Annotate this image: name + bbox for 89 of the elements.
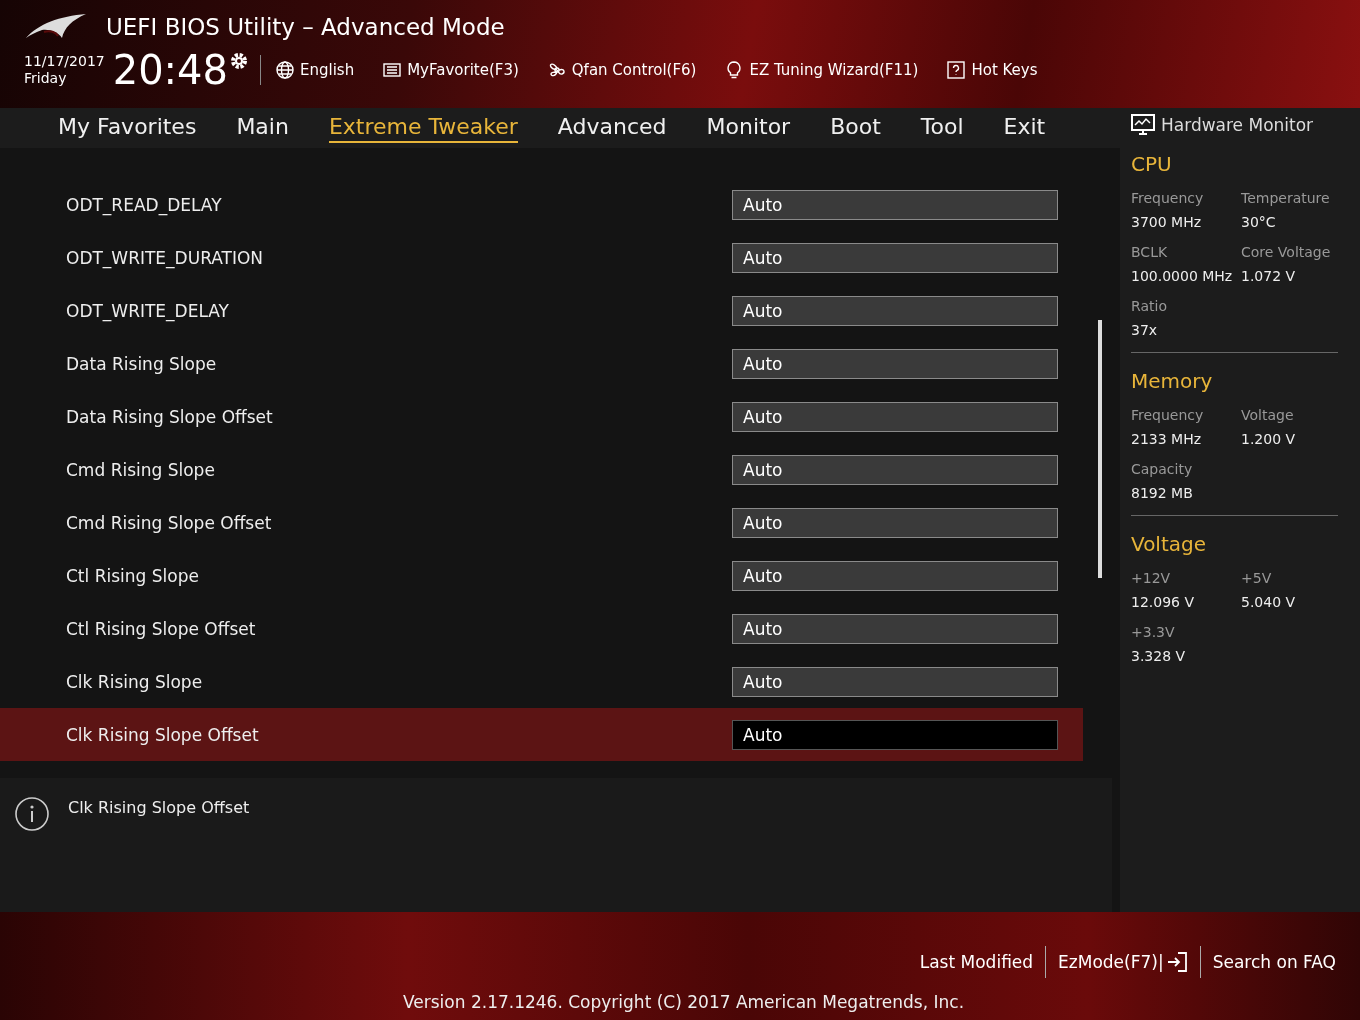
- toolbar-button[interactable]: EZ Tuning Wizard(F11): [724, 60, 919, 80]
- metric-value: 1.072 V: [1241, 268, 1297, 284]
- setting-value-field[interactable]: Auto: [732, 613, 1058, 644]
- setting-value-field[interactable]: Auto: [732, 666, 1058, 697]
- menu-tab[interactable]: Boot: [830, 113, 881, 143]
- setting-label: Data Rising Slope Offset: [66, 406, 273, 427]
- menu-tab[interactable]: Main: [236, 113, 289, 143]
- setting-label: ODT_READ_DELAY: [66, 194, 222, 215]
- setting-label: Ctl Rising Slope: [66, 565, 199, 586]
- setting-label: Clk Rising Slope: [66, 671, 203, 692]
- window-title: UEFI BIOS Utility – Advanced Mode: [106, 14, 505, 40]
- menu-tab[interactable]: Exit: [1003, 113, 1046, 143]
- metric-value: 37x: [1131, 322, 1159, 338]
- toolbar-button[interactable]: MyFavorite(F3): [382, 60, 519, 80]
- metric-label: Ratio: [1131, 298, 1168, 314]
- setting-value-field[interactable]: Auto: [732, 719, 1058, 750]
- setting-label: Clk Rising Slope Offset: [66, 724, 259, 745]
- help-text: Clk Rising Slope Offset: [68, 798, 250, 817]
- setting-value-field[interactable]: Auto: [732, 295, 1058, 326]
- menu-tab[interactable]: Extreme Tweaker: [328, 113, 518, 143]
- toolbar-button[interactable]: English: [275, 60, 355, 80]
- setting-value-field[interactable]: Auto: [732, 560, 1058, 591]
- setting-row[interactable]: ODT_WRITE_DELAY Auto: [0, 284, 1083, 337]
- settings-icon[interactable]: [228, 50, 250, 72]
- setting-label: Data Rising Slope: [66, 353, 217, 374]
- setting-value-field[interactable]: Auto: [732, 507, 1058, 538]
- globe-icon: [275, 60, 295, 80]
- metric-label: Frequency: [1131, 190, 1205, 206]
- date-text: 11/17/2017: [24, 53, 105, 70]
- metric-label: +5V: [1241, 570, 1273, 586]
- metric-label: BCLK: [1131, 244, 1169, 260]
- metric-value: 5.040 V: [1241, 594, 1297, 610]
- footer-link[interactable]: Search on FAQ: [1200, 952, 1348, 972]
- metric-value: 2133 MHz: [1131, 431, 1203, 447]
- setting-value-field[interactable]: Auto: [732, 348, 1058, 379]
- metric-value: 100.0000 MHz: [1131, 268, 1234, 284]
- setting-label: ODT_WRITE_DELAY: [66, 300, 229, 321]
- metric-label: Temperature: [1241, 190, 1331, 206]
- setting-value-field[interactable]: Auto: [732, 189, 1058, 220]
- setting-label: Ctl Rising Slope Offset: [66, 618, 256, 639]
- setting-row[interactable]: Clk Rising Slope Auto: [0, 655, 1083, 708]
- metric-label: Capacity: [1131, 461, 1194, 477]
- section-heading: Memory: [1131, 369, 1214, 393]
- help-icon: [946, 60, 967, 80]
- menu-tab[interactable]: Advanced: [557, 113, 667, 143]
- menu-tab[interactable]: Tool: [920, 113, 964, 143]
- setting-row[interactable]: ODT_READ_DELAY Auto: [0, 178, 1083, 231]
- setting-row[interactable]: Ctl Rising Slope Offset Auto: [0, 602, 1083, 655]
- panel-title: Hardware Monitor: [1161, 115, 1314, 135]
- setting-value-field[interactable]: Auto: [732, 454, 1058, 485]
- setting-value-field[interactable]: Auto: [732, 242, 1058, 273]
- metric-label: +3.3V: [1131, 624, 1176, 640]
- setting-label: ODT_WRITE_DURATION: [66, 247, 264, 268]
- metric-value: 1.200 V: [1241, 431, 1297, 447]
- metric-label: Core Voltage: [1241, 244, 1332, 260]
- metric-value: 3.328 V: [1131, 648, 1187, 664]
- footer-link[interactable]: Last Modified: [907, 952, 1046, 972]
- section-heading: Voltage: [1131, 532, 1208, 556]
- setting-label: Cmd Rising Slope Offset: [66, 512, 272, 533]
- monitor-icon: [1131, 114, 1155, 136]
- list-icon: [382, 60, 403, 80]
- metric-value: 12.096 V: [1131, 594, 1195, 610]
- section-heading: CPU: [1131, 152, 1173, 176]
- day-text: Friday: [24, 70, 68, 87]
- metric-value: 30°C: [1241, 214, 1277, 230]
- footer-link[interactable]: EzMode(F7)|: [1046, 951, 1200, 973]
- version-text: Version 2.17.1246. Copyright (C) 2017 American Megatrends, Inc.: [403, 992, 965, 1012]
- menu-tab[interactable]: Monitor: [706, 113, 791, 143]
- setting-label: Cmd Rising Slope: [66, 459, 215, 480]
- setting-row[interactable]: Data Rising Slope Auto: [0, 337, 1083, 390]
- toolbar-button[interactable]: Hot Keys: [946, 60, 1038, 80]
- clock-time: 20:48: [112, 48, 228, 92]
- setting-row[interactable]: ODT_WRITE_DURATION Auto: [0, 231, 1083, 284]
- metric-value: 3700 MHz: [1131, 214, 1203, 230]
- metric-label: Voltage: [1241, 407, 1295, 423]
- exit-icon: [1165, 951, 1188, 973]
- info-icon: [14, 796, 50, 832]
- metric-value: 8192 MB: [1131, 485, 1194, 501]
- setting-row[interactable]: Cmd Rising Slope Auto: [0, 443, 1083, 496]
- setting-row[interactable]: Cmd Rising Slope Offset Auto: [0, 496, 1083, 549]
- toolbar-button[interactable]: Qfan Control(F6): [546, 60, 697, 80]
- setting-row[interactable]: Ctl Rising Slope Auto: [0, 549, 1083, 602]
- scrollbar[interactable]: [1098, 320, 1102, 578]
- setting-value-field[interactable]: Auto: [732, 401, 1058, 432]
- menu-tab[interactable]: My Favorites: [58, 113, 197, 143]
- setting-row[interactable]: Clk Rising Slope Offset Auto: [0, 708, 1083, 761]
- setting-row[interactable]: Data Rising Slope Offset Auto: [0, 390, 1083, 443]
- metric-label: +12V: [1131, 570, 1172, 586]
- metric-label: Frequency: [1131, 407, 1205, 423]
